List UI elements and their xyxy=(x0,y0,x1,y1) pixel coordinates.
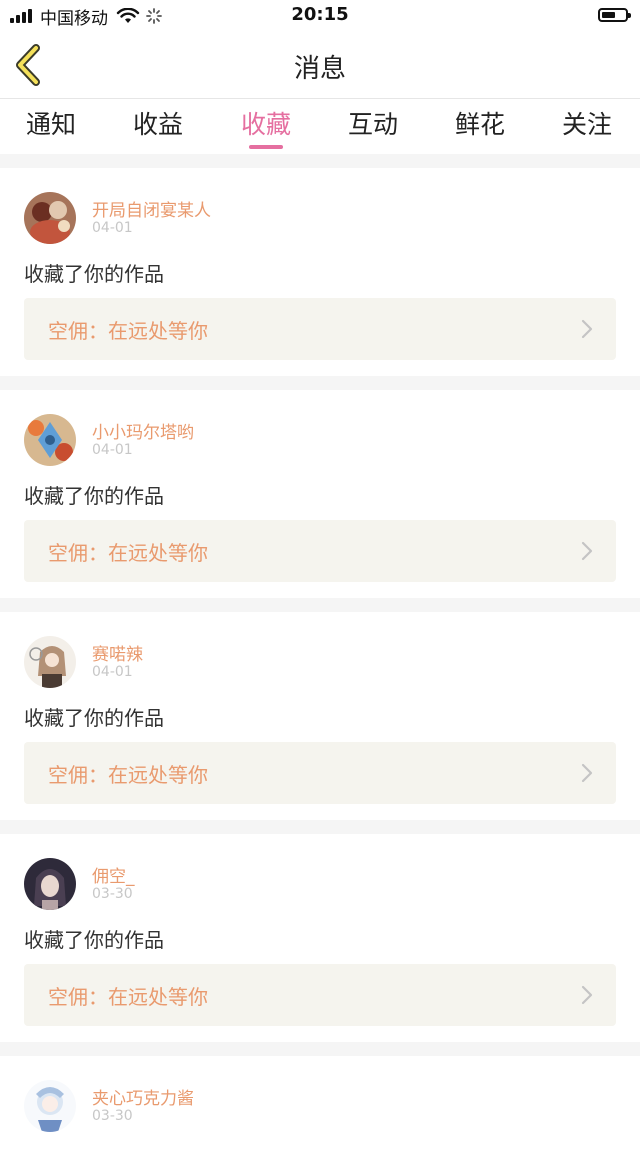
tab-favorites[interactable]: 收藏 xyxy=(226,105,306,149)
work-title: 空佣：在远处等你 xyxy=(48,319,208,343)
message-date: 04-01 xyxy=(92,664,133,680)
work-link[interactable]: 空佣：在远处等你 xyxy=(24,742,616,804)
tab-flowers[interactable]: 鲜花 xyxy=(440,105,520,141)
active-tab-indicator xyxy=(249,145,283,149)
work-title: 空佣：在远处等你 xyxy=(48,763,208,787)
message-card: 夹心巧克力酱 03-30 xyxy=(0,1056,640,1166)
chevron-right-icon xyxy=(581,319,593,339)
action-text: 收藏了你的作品 xyxy=(24,484,164,508)
tab-bar: 通知 收益 收藏 互动 鲜花 关注 xyxy=(0,98,640,154)
work-title: 空佣：在远处等你 xyxy=(48,985,208,1009)
message-date: 03-30 xyxy=(92,886,133,902)
chevron-right-icon xyxy=(581,763,593,783)
work-link[interactable]: 空佣：在远处等你 xyxy=(24,298,616,360)
avatar[interactable] xyxy=(24,858,76,910)
username[interactable]: 夹心巧克力酱 xyxy=(92,1084,194,1109)
username[interactable]: 小小玛尔塔哟 xyxy=(92,418,194,443)
status-time: 20:15 xyxy=(291,4,349,25)
username[interactable]: 开局自闭宴某人 xyxy=(92,196,211,221)
action-text: 收藏了你的作品 xyxy=(24,928,164,952)
username[interactable]: 赛喏辣 xyxy=(92,640,143,665)
avatar[interactable] xyxy=(24,192,76,244)
tab-follows[interactable]: 关注 xyxy=(547,105,627,141)
page-title: 消息 xyxy=(293,54,346,84)
message-date: 04-01 xyxy=(92,220,133,236)
avatar[interactable] xyxy=(24,1080,76,1132)
battery-icon xyxy=(598,8,631,22)
message-card: 佣空_ 03-30 收藏了你的作品 空佣：在远处等你 xyxy=(0,834,640,1042)
tab-notifications[interactable]: 通知 xyxy=(11,105,91,141)
chevron-right-icon xyxy=(581,985,593,1005)
message-card: 小小玛尔塔哟 04-01 收藏了你的作品 空佣：在远处等你 xyxy=(0,390,640,598)
avatar[interactable] xyxy=(24,636,76,688)
work-title: 空佣：在远处等你 xyxy=(48,541,208,565)
message-date: 04-01 xyxy=(92,442,133,458)
chevron-right-icon xyxy=(581,541,593,561)
tab-interactions[interactable]: 互动 xyxy=(333,105,413,141)
message-card: 开局自闭宴某人 04-01 收藏了你的作品 空佣：在远处等你 xyxy=(0,168,640,376)
avatar[interactable] xyxy=(24,414,76,466)
tab-favorites-label: 收藏 xyxy=(240,110,291,139)
status-bar: 中国移动 20:15 xyxy=(0,0,640,32)
message-date: 03-30 xyxy=(92,1108,133,1124)
tab-earnings[interactable]: 收益 xyxy=(118,105,198,141)
action-text: 收藏了你的作品 xyxy=(24,706,164,730)
navigation-bar: 消息 xyxy=(0,32,640,98)
username[interactable]: 佣空_ xyxy=(92,862,135,887)
message-card: 赛喏辣 04-01 收藏了你的作品 空佣：在远处等你 xyxy=(0,612,640,820)
action-text: 收藏了你的作品 xyxy=(24,262,164,286)
work-link[interactable]: 空佣：在远处等你 xyxy=(24,964,616,1026)
work-link[interactable]: 空佣：在远处等你 xyxy=(24,520,616,582)
